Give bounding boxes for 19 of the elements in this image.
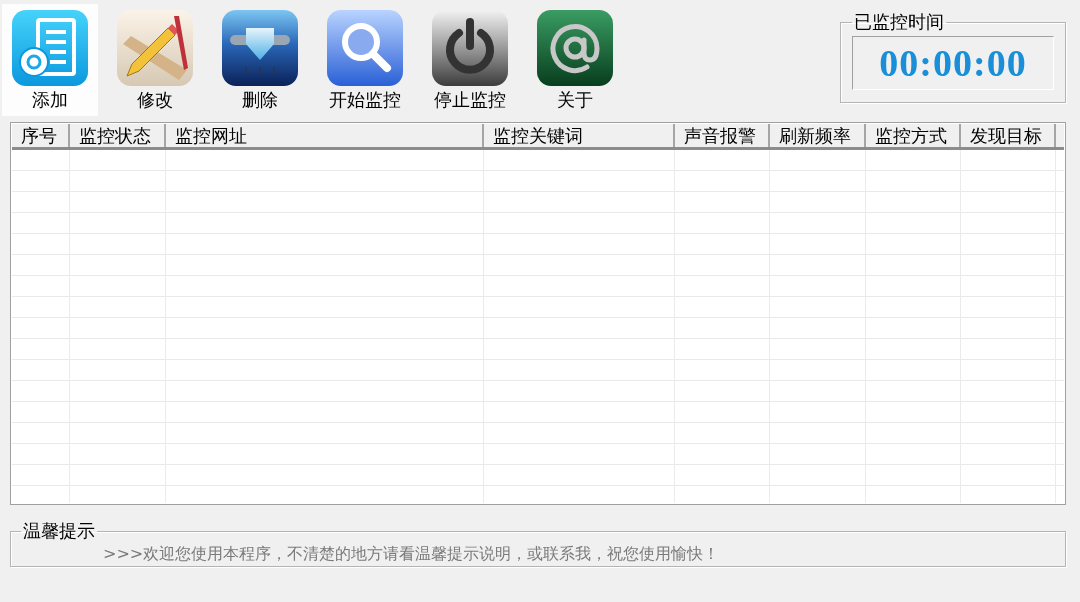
pencil-ruler-icon bbox=[117, 10, 193, 86]
column-header[interactable]: 发现目标 bbox=[961, 124, 1056, 147]
column-header[interactable]: 监控方式 bbox=[866, 124, 961, 147]
elapsed-time-display: 00:00:00 bbox=[852, 36, 1054, 90]
column-header[interactable]: 声音报警 bbox=[675, 124, 770, 147]
document-list-icon bbox=[12, 10, 88, 86]
group-title: 已监控时间 bbox=[853, 12, 945, 32]
column-header[interactable]: 监控网址 bbox=[166, 124, 484, 147]
column-header[interactable]: 刷新频率 bbox=[770, 124, 866, 147]
column-header[interactable]: 监控状态 bbox=[70, 124, 166, 147]
search-icon bbox=[327, 10, 403, 86]
group-title: 温馨提示 bbox=[22, 521, 96, 541]
at-sign-icon bbox=[537, 10, 613, 86]
column-header[interactable]: 监控关键词 bbox=[484, 124, 675, 147]
toolbar-button[interactable]: 添加 bbox=[2, 4, 98, 116]
power-icon bbox=[432, 10, 508, 86]
column-header[interactable]: 序号 bbox=[12, 124, 70, 147]
pushpin-icon bbox=[222, 10, 298, 86]
tips-message: >>>欢迎您使用本程序，不清楚的地方请看温馨提示说明，或联系我，祝您使用愉快！ bbox=[102, 543, 721, 565]
